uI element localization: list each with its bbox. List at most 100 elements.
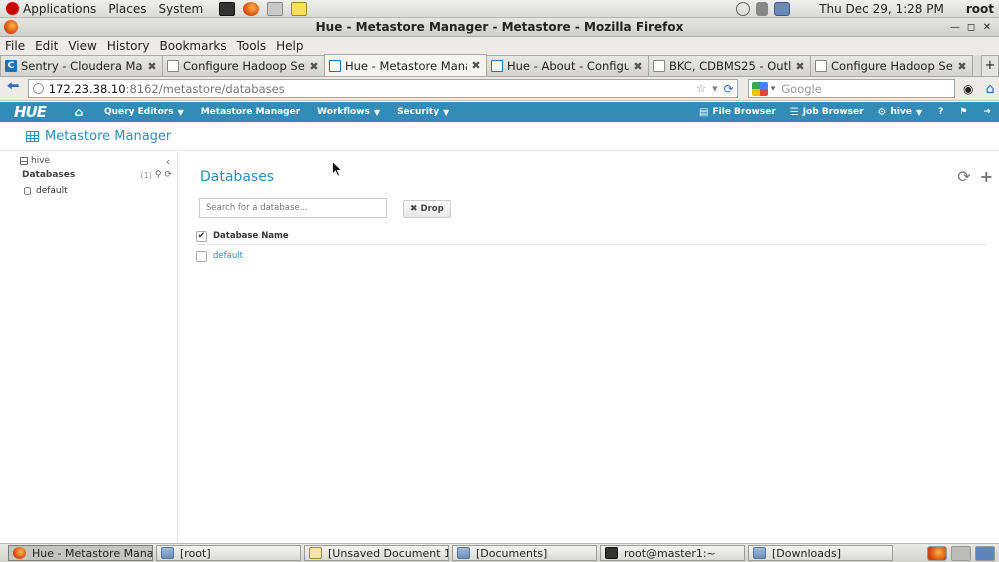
tab-sentry[interactable]: C Sentry - Cloudera Mana... ✖ [0,55,163,76]
security-menu[interactable]: Security ▼ [397,107,449,117]
menu-edit[interactable]: Edit [30,39,63,53]
tab-configure-hadoop-2[interactable]: Configure Hadoop Secur... ✖ [810,55,973,76]
system-menu[interactable]: System [152,0,209,18]
notes-launcher-icon[interactable] [291,1,308,16]
tab-close-icon[interactable]: ✖ [470,59,482,72]
reload-icon[interactable]: ⟳ [724,82,734,96]
select-all-checkbox[interactable]: ✔ [196,230,207,242]
taskbar-item-terminal[interactable]: root@master1:~ [600,545,745,561]
firefox-menubar: File Edit View History Bookmarks Tools H… [0,37,999,55]
back-arrow-icon[interactable]: 🠨 [2,76,24,100]
minimize-icon[interactable]: — [947,18,963,37]
tab-label: BKC, CDBMS25 - Outloo... [669,59,791,73]
tab-close-icon[interactable]: ✖ [956,60,968,73]
taskbar-item-documents[interactable]: [Documents] [452,545,597,561]
sidebar-item-label: default [36,186,68,196]
url-dropdown-icon[interactable]: ▾ [712,82,718,95]
menu-view[interactable]: View [63,39,101,53]
maximize-icon[interactable]: ◻ [963,18,979,37]
site-identity-icon[interactable] [32,83,44,94]
query-editors-menu[interactable]: Query Editors ▼ [104,107,184,117]
job-browser-link[interactable]: ☰ Job Browser [790,107,864,118]
database-search-input[interactable] [199,198,387,218]
list-icon: ☰ [789,106,799,118]
sidebar-server-hive[interactable]: hive [20,156,50,166]
databases-label: Databases [22,170,76,180]
menu-label: Security [397,107,440,117]
home-icon[interactable]: ⌂ [71,105,87,119]
google-icon[interactable] [751,81,768,96]
menu-bookmarks[interactable]: Bookmarks [155,39,232,53]
applications-menu[interactable]: Applications [0,0,102,18]
add-database-icon[interactable]: + [980,167,993,186]
drop-button[interactable]: ✖ Drop [403,200,451,218]
database-icon [24,187,31,195]
page-icon [815,60,827,72]
search-engine-dropdown-icon[interactable]: ▾ [771,84,776,94]
flag-icon[interactable]: ⚑ [959,107,967,117]
sign-out-icon[interactable]: ➜ [983,107,991,117]
volume-icon[interactable] [756,1,769,16]
terminal-launcher-icon[interactable] [219,1,236,16]
clock[interactable]: Thu Dec 29, 1:28 PM [819,2,944,16]
navigation-toolbar: 🠨 172.23.38.10:8162/metastore/databases … [0,76,999,101]
workspace-switcher-icon[interactable] [951,545,971,561]
tab-hue-metastore[interactable]: Hue - Metastore Manag... ✖ [324,54,487,76]
tab-close-icon[interactable]: ✖ [308,60,320,73]
page-icon [653,60,665,72]
tab-label: Configure Hadoop Secur... [183,59,305,73]
sidebar-item-default[interactable]: default [24,186,68,196]
taskbar-item-label: root@master1:~ [624,546,716,560]
collapse-sidebar-icon[interactable]: ‹ [166,157,170,168]
hue-navbar: HUE ⌂ Query Editors ▼ Metastore Manager W… [0,102,999,122]
menu-file[interactable]: File [0,39,30,53]
tab-close-icon[interactable]: ✖ [146,60,158,73]
home-icon[interactable]: ⌂ [981,81,999,97]
menu-history[interactable]: History [102,39,155,53]
database-link-default[interactable]: default [213,251,243,261]
search-bar[interactable]: ▾ Google [747,79,956,98]
tab-configure-hadoop-1[interactable]: Configure Hadoop Secur... ✖ [162,55,325,76]
taskbar-item-label: [Documents] [476,546,548,560]
mail-launcher-icon[interactable] [267,1,284,16]
taskbar-item-root-folder[interactable]: [root] [156,545,301,561]
update-notifier-icon[interactable] [736,1,751,16]
chevron-down-icon: ▼ [177,107,184,117]
menu-tools[interactable]: Tools [232,39,272,53]
new-tab-button[interactable]: + [981,55,999,76]
tab-hue-about[interactable]: Hue - About - Configurat... ✖ [486,55,649,76]
taskbar-item-firefox[interactable]: Hue - Metastore Mana... [8,545,153,561]
network-icon[interactable] [774,1,791,16]
url-bar[interactable]: 172.23.38.10:8162/metastore/databases ☆ … [27,79,738,98]
row-checkbox[interactable] [196,250,207,262]
drop-label: Drop [420,204,444,214]
firefox-icon [4,20,18,34]
tab-label: Sentry - Cloudera Mana... [21,59,143,73]
refresh-icon[interactable]: ⟳ [164,170,172,180]
firefox-launcher-icon[interactable] [243,1,260,16]
binoculars-icon[interactable]: ◉ [959,82,977,96]
firefox-tray-icon[interactable] [927,545,947,561]
table-header: ✔ Database Name [196,228,986,245]
menu-help[interactable]: Help [271,39,308,53]
places-menu[interactable]: Places [102,0,152,18]
search-icon[interactable]: ⚲ [155,170,162,180]
tab-outlook[interactable]: BKC, CDBMS25 - Outloo... ✖ [648,55,811,76]
user-name[interactable]: root [966,2,994,16]
workflows-menu[interactable]: Workflows ▼ [317,107,380,117]
metastore-manager-menu[interactable]: Metastore Manager [201,107,300,117]
taskbar-item-unsaved-document[interactable]: [Unsaved Document 1... [304,545,449,561]
help-icon[interactable]: ? [938,107,943,117]
close-icon[interactable]: ✕ [979,18,995,37]
refresh-icon[interactable]: ⟳ [957,167,970,186]
show-desktop-icon[interactable] [975,545,995,561]
tab-close-icon[interactable]: ✖ [632,60,644,73]
file-browser-link[interactable]: ▤ File Browser [699,107,776,118]
window-titlebar[interactable]: Hue - Metastore Manager - Metastore - Mo… [0,18,999,37]
hue-logo[interactable]: HUE [14,103,54,121]
server-label: hive [31,156,51,166]
tab-close-icon[interactable]: ✖ [794,60,806,73]
user-menu[interactable]: ⚙ hive ▼ [878,107,923,118]
taskbar-item-downloads[interactable]: [Downloads] [748,545,893,561]
bookmark-star-icon[interactable]: ☆ [696,82,706,95]
